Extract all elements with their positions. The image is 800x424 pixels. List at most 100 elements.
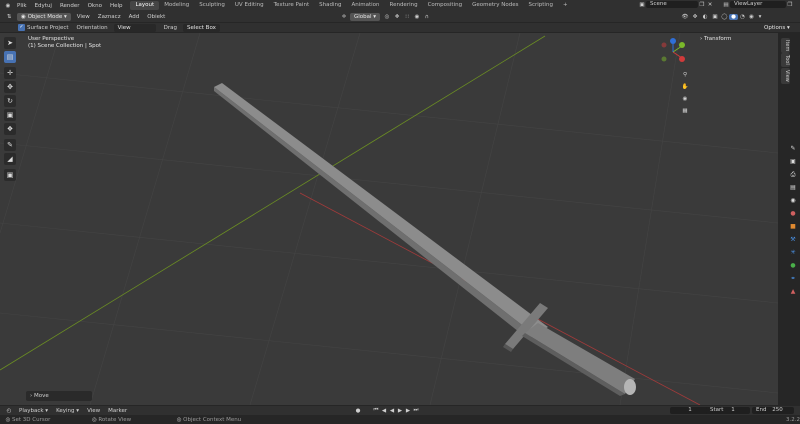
tab-texture-paint[interactable]: Texture Paint bbox=[269, 1, 315, 10]
snap-target-icon[interactable]: ∷ bbox=[402, 14, 412, 20]
shading-solid-icon[interactable]: ● bbox=[729, 13, 738, 20]
add-cube-tool-icon[interactable]: ▣ bbox=[4, 169, 16, 181]
drag-dropdown[interactable]: Select Box bbox=[182, 23, 220, 32]
menu-keying[interactable]: Keying ▾ bbox=[52, 408, 83, 414]
menu-playback[interactable]: Playback ▾ bbox=[15, 408, 52, 414]
play-reverse-icon[interactable]: ◀ bbox=[388, 408, 396, 414]
shading-rendered-icon[interactable]: ◉ bbox=[747, 14, 756, 20]
navigation-gizmo[interactable] bbox=[658, 37, 688, 67]
scale-tool-icon[interactable]: ▣ bbox=[4, 109, 16, 121]
tab-shading[interactable]: Shading bbox=[314, 1, 346, 10]
mode-selector[interactable]: ◉ Object Mode ▾ bbox=[17, 12, 71, 21]
world-properties-icon[interactable]: ● bbox=[789, 210, 797, 218]
menu-timeline-view[interactable]: View bbox=[83, 408, 104, 414]
view-layer-selector[interactable]: ViewLayer bbox=[730, 1, 786, 8]
x-axis-gizmo[interactable] bbox=[679, 56, 685, 62]
add-workspace-button[interactable]: + bbox=[558, 1, 573, 10]
tab-item[interactable]: Item bbox=[781, 38, 790, 54]
data-properties-icon[interactable]: ▲ bbox=[789, 288, 797, 296]
tab-rendering[interactable]: Rendering bbox=[385, 1, 423, 10]
editor-type-icon[interactable]: ⇅ bbox=[3, 14, 15, 20]
tab-compositing[interactable]: Compositing bbox=[423, 1, 467, 10]
perspective-grid-icon[interactable]: ▦ bbox=[680, 108, 690, 120]
overlay-toggle-icon[interactable]: ◐ bbox=[700, 14, 710, 20]
tab-geometry-nodes[interactable]: Geometry Nodes bbox=[467, 1, 523, 10]
cursor-tool-icon[interactable]: ✛ bbox=[4, 67, 16, 79]
menu-edit[interactable]: Edytuj bbox=[31, 3, 56, 9]
view-layer-properties-icon[interactable]: ▤ bbox=[789, 184, 797, 192]
rotate-tool-icon[interactable]: ↻ bbox=[4, 95, 16, 107]
blender-logo-icon[interactable]: ◉ bbox=[3, 3, 13, 9]
tab-uv-editing[interactable]: UV Editing bbox=[230, 1, 269, 10]
jump-start-icon[interactable]: ⏮ bbox=[372, 407, 380, 414]
tab-view[interactable]: View bbox=[781, 68, 790, 84]
menu-help[interactable]: Help bbox=[106, 3, 127, 9]
new-view-layer-icon[interactable]: ❐ bbox=[786, 2, 794, 8]
checkbox-checked-icon[interactable]: ✓ bbox=[18, 24, 25, 31]
shading-wireframe-icon[interactable]: ◯ bbox=[720, 14, 729, 20]
modifier-properties-icon[interactable]: ⚒ bbox=[789, 236, 797, 244]
tab-sculpting[interactable]: Sculpting bbox=[194, 1, 230, 10]
last-operator-panel[interactable]: › Move bbox=[26, 391, 92, 401]
tab-tool[interactable]: Tool bbox=[781, 53, 790, 67]
physics-properties-icon[interactable]: ● bbox=[789, 262, 797, 270]
orientation-dropdown[interactable]: View bbox=[113, 23, 156, 32]
transform-tool-icon[interactable]: ❖ bbox=[4, 123, 16, 135]
particles-properties-icon[interactable]: ✳ bbox=[789, 249, 797, 257]
tab-animation[interactable]: Animation bbox=[346, 1, 384, 10]
current-frame-field[interactable]: 1 bbox=[670, 407, 710, 414]
menu-window[interactable]: Okno bbox=[84, 3, 106, 9]
annotate-tool-icon[interactable]: ✎ bbox=[4, 139, 16, 151]
camera-icon[interactable]: ◉ bbox=[680, 96, 690, 108]
zoom-icon[interactable]: ⚲ bbox=[680, 72, 690, 84]
gizmo-toggle-icon[interactable]: ✥ bbox=[690, 14, 700, 20]
move-tool-icon[interactable]: ✥ bbox=[4, 81, 16, 93]
transform-orientation-dropdown[interactable]: Global ▾ bbox=[350, 12, 381, 21]
shading-options-icon[interactable]: ▾ bbox=[756, 14, 764, 20]
select-box-tool-icon[interactable]: ▤ bbox=[4, 51, 16, 63]
neg-x-axis-gizmo[interactable] bbox=[661, 42, 667, 48]
z-axis-gizmo[interactable] bbox=[670, 38, 676, 44]
neg-y-axis-gizmo[interactable] bbox=[661, 56, 667, 62]
new-scene-icon[interactable]: ❐ bbox=[698, 2, 706, 8]
scene-properties-icon[interactable]: ◉ bbox=[789, 197, 797, 205]
sword-object[interactable] bbox=[214, 83, 636, 396]
menu-select[interactable]: Zaznacz bbox=[94, 14, 125, 20]
menu-add[interactable]: Add bbox=[125, 14, 144, 20]
prev-keyframe-icon[interactable]: ◀ bbox=[380, 408, 388, 414]
tab-modeling[interactable]: Modeling bbox=[159, 1, 194, 10]
y-axis-gizmo[interactable] bbox=[679, 42, 685, 48]
xray-toggle-icon[interactable]: ▣ bbox=[710, 14, 720, 20]
start-frame-field[interactable]: Start 1 bbox=[706, 407, 750, 414]
timeline-editor-icon[interactable]: ◴ bbox=[3, 408, 15, 414]
pan-hand-icon[interactable]: ✋ bbox=[680, 84, 690, 96]
proportional-edit-icon[interactable]: ◉ bbox=[412, 14, 422, 20]
scene-selector[interactable]: Scene bbox=[646, 1, 698, 8]
measure-tool-icon[interactable]: ◢ bbox=[4, 153, 16, 165]
visibility-icon[interactable]: 👁 bbox=[680, 14, 690, 20]
transform-panel-header[interactable]: › Transform bbox=[700, 36, 731, 42]
options-dropdown[interactable]: Options ▾ bbox=[760, 24, 794, 32]
end-frame-field[interactable]: End 250 bbox=[752, 407, 794, 414]
menu-object[interactable]: Obiekt bbox=[143, 14, 169, 20]
output-properties-icon[interactable]: ⎙ bbox=[789, 171, 797, 179]
snap-icon[interactable]: ❖ bbox=[392, 14, 402, 20]
select-tool-icon[interactable]: ➤ bbox=[4, 37, 16, 49]
constraints-properties-icon[interactable]: ⚭ bbox=[789, 275, 797, 283]
jump-end-icon[interactable]: ⏭ bbox=[412, 407, 420, 414]
record-icon[interactable]: ● bbox=[354, 408, 362, 414]
tool-properties-icon[interactable]: ✎ bbox=[789, 145, 797, 153]
next-keyframe-icon[interactable]: ▶ bbox=[404, 408, 412, 414]
menu-marker[interactable]: Marker bbox=[104, 408, 131, 414]
falloff-icon[interactable]: ∩ bbox=[422, 14, 432, 20]
menu-view[interactable]: View bbox=[73, 14, 94, 20]
shading-material-icon[interactable]: ◔ bbox=[738, 14, 747, 20]
delete-scene-icon[interactable]: ✕ bbox=[706, 2, 714, 8]
render-properties-icon[interactable]: ▣ bbox=[789, 158, 797, 166]
surface-project-label[interactable]: Surface Project bbox=[25, 25, 73, 31]
object-properties-icon[interactable]: ■ bbox=[789, 223, 797, 231]
tab-scripting[interactable]: Scripting bbox=[523, 1, 557, 10]
pivot-icon[interactable]: ◎ bbox=[382, 14, 392, 20]
play-icon[interactable]: ▶ bbox=[396, 408, 404, 414]
3d-viewport[interactable]: ➤ ▤ ✛ ✥ ↻ ▣ ❖ ✎ ◢ ▣ User Perspective (1)… bbox=[0, 33, 778, 405]
